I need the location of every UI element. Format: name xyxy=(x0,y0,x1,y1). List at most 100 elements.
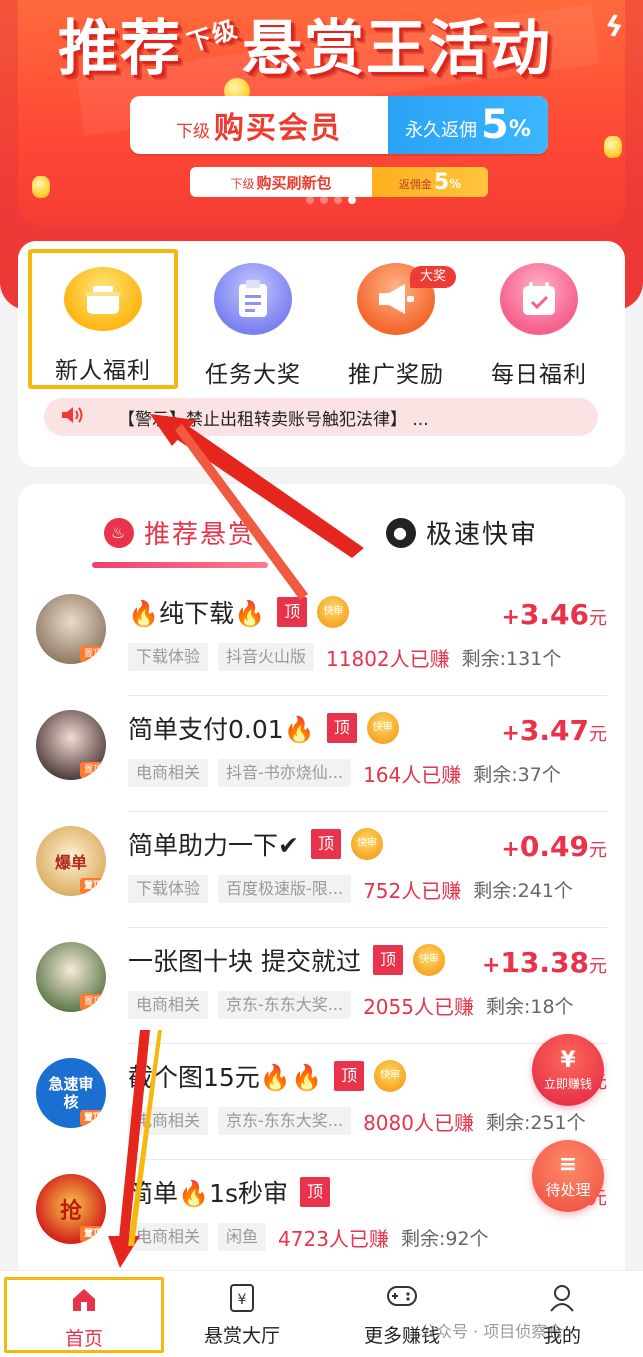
quick-entry-label: 新人福利 xyxy=(55,358,151,384)
task-row[interactable]: 置顶 🔥纯下载🔥 顶 快审 +3.46元 下载体验 抖音火山版 11802人已赚… xyxy=(18,580,625,696)
task-title: 简单助力一下✔ 顶 快审 xyxy=(128,826,383,862)
banner-title-sub: 下级 xyxy=(183,14,242,58)
task-row[interactable]: 置顶 简单支付0.01🔥 顶 快审 +3.47元 电商相关 抖音-书亦烧仙...… xyxy=(18,696,625,812)
platform-chip: 抖音火山版 xyxy=(218,643,315,671)
earn-now-button[interactable]: ¥ 立即赚钱 xyxy=(532,1034,604,1106)
platform-chip: 京东-东东大奖... xyxy=(218,991,352,1019)
nav-home[interactable]: 首页 xyxy=(4,1277,164,1353)
avatar-text: 爆单 xyxy=(54,853,87,872)
pill1-rebate-percent: % xyxy=(508,116,531,142)
avatar-badge: 置顶 xyxy=(80,1226,106,1242)
tab-recommended[interactable]: ♨ 推荐悬赏 xyxy=(104,514,256,551)
prize-badge: 大奖 xyxy=(410,266,456,288)
fast-review-tag: 快审 xyxy=(317,596,350,628)
platform-chip: 抖音-书亦烧仙... xyxy=(218,759,352,787)
remaining-count: 剩余:251个 xyxy=(485,1111,586,1134)
task-list-card: ♨ 推荐悬赏 ● 极速快审 置顶 🔥纯下载🔥 顶 快审 +3.46元 下载体验 … xyxy=(18,484,625,1274)
task-title: 简单🔥1s秒审 顶 xyxy=(128,1174,331,1210)
fast-review-tag: 快审 xyxy=(412,944,445,976)
task-title-text: 简单🔥1s秒审 xyxy=(128,1179,289,1208)
avatar-text: 抢 xyxy=(59,1199,82,1224)
fast-review-tag: 快审 xyxy=(350,828,383,860)
pill1-rebate-value: 5 xyxy=(481,102,509,148)
reward-unit: 元 xyxy=(589,956,607,977)
pill2-rebate-label: 返佣金 xyxy=(398,177,432,191)
quick-entry-task-prize[interactable]: 任务大奖 xyxy=(178,249,328,389)
reward-value: 0.49 xyxy=(519,830,589,863)
avatar: 爆单 置顶 xyxy=(36,826,106,896)
yen-board-icon: ¥ xyxy=(228,1283,256,1315)
earned-count: 11802人已赚 xyxy=(326,646,450,671)
task-meta: 电商相关 京东-东东大奖... 8080人已赚 剩余:251个 xyxy=(128,1106,608,1136)
pill2-main-label: 购买刷新包 xyxy=(256,173,332,192)
coin-icon xyxy=(32,176,50,198)
profile-icon xyxy=(548,1283,576,1315)
task-reward: +3.47元 xyxy=(501,714,607,747)
reward-unit: 元 xyxy=(589,608,607,629)
promo-banner[interactable]: 推荐下级悬赏王活动 ϟ 下级 购买会员 永久返佣 5 % 下级 购买刷新包 返佣… xyxy=(18,0,625,226)
reward-plus: + xyxy=(481,953,501,978)
task-reward: +13.38元 xyxy=(482,946,607,979)
pending-button[interactable]: ≡ 待处理 xyxy=(532,1140,604,1212)
remaining-count: 剩余:92个 xyxy=(400,1227,489,1250)
earned-count: 752人已赚 xyxy=(363,878,462,903)
category-chip: 下载体验 xyxy=(128,643,209,671)
pinned-tag: 顶 xyxy=(334,1061,365,1091)
banner-title-right: 悬赏王活动 xyxy=(242,14,552,84)
avatar-badge: 置顶 xyxy=(80,878,106,894)
quick-entry-label: 每日福利 xyxy=(491,362,587,388)
quick-entry-newcomer[interactable]: 新人福利 xyxy=(28,249,178,389)
bottom-nav: 首页 ¥ 悬赏大厅 更多赚钱 我的 xyxy=(0,1270,643,1357)
pill2-rebate-value: 5 xyxy=(433,169,450,195)
pot-icon xyxy=(64,267,142,331)
pill1-small-label: 下级 xyxy=(176,121,210,142)
quick-entry-label: 推广奖励 xyxy=(348,362,444,388)
tab-label: 推荐悬赏 xyxy=(144,520,257,550)
gamepad-icon xyxy=(386,1283,418,1315)
task-title: 一张图十块 提交就过 顶 快审 xyxy=(128,942,445,978)
task-tabs: ♨ 推荐悬赏 ● 极速快审 xyxy=(18,484,625,574)
task-row[interactable]: 置顶 一张图十块 提交就过 顶 快审 +13.38元 电商相关 京东-东东大奖.… xyxy=(18,928,625,1044)
notice-bar[interactable]: 【警示】禁止出租转卖账号触犯法律】 ... xyxy=(44,398,598,436)
avatar-badge: 置顶 xyxy=(80,646,106,662)
reward-plus: + xyxy=(501,721,520,746)
task-title-text: 简单支付0.01🔥 xyxy=(128,715,315,744)
reward-unit: 元 xyxy=(589,840,607,861)
task-row[interactable]: 爆单 置顶 简单助力一下✔ 顶 快审 +0.49元 下载体验 百度极速版-限..… xyxy=(18,812,625,928)
nav-bounty-hall[interactable]: ¥ 悬赏大厅 xyxy=(162,1277,322,1353)
remaining-count: 剩余:241个 xyxy=(473,879,573,902)
task-title: 截个图15元🔥🔥 顶 快审 xyxy=(128,1058,407,1094)
task-title-text: 一张图十块 提交就过 xyxy=(128,947,361,976)
buy-refresh-rebate-pill: 下级 购买刷新包 返佣金 5 % xyxy=(190,167,488,197)
task-meta: 电商相关 京东-东东大奖... 2055人已赚 剩余:18个 xyxy=(128,990,608,1020)
home-icon xyxy=(70,1286,98,1318)
carousel-dot xyxy=(320,196,328,204)
carousel-dot xyxy=(306,196,314,204)
earned-count: 4723人已赚 xyxy=(278,1226,389,1251)
avatar-text: 急速审核 xyxy=(48,1075,94,1111)
pill1-main-label: 购买会员 xyxy=(214,111,342,146)
task-title-text: 简单助力一下✔ xyxy=(128,831,299,860)
avatar: 急速审核 置顶 xyxy=(36,1058,106,1128)
user-icon: ● xyxy=(386,517,416,548)
pill2-rebate-percent: % xyxy=(449,177,462,191)
nav-label: 悬赏大厅 xyxy=(203,1325,280,1347)
reward-plus: + xyxy=(501,605,520,630)
reward-unit: 元 xyxy=(589,724,607,745)
tab-fast-review[interactable]: ● 极速快审 xyxy=(386,514,538,551)
avatar: 置顶 xyxy=(36,942,106,1012)
avatar-badge: 置顶 xyxy=(80,762,106,778)
platform-chip: 闲鱼 xyxy=(218,1223,267,1251)
earned-count: 2055人已赚 xyxy=(363,994,474,1019)
reward-value: 3.47 xyxy=(519,714,589,747)
speaker-icon xyxy=(60,405,94,430)
tab-label: 极速快审 xyxy=(426,520,539,550)
reward-plus: + xyxy=(501,837,520,862)
carousel-dot xyxy=(334,196,342,204)
buy-member-rebate-pill: 下级 购买会员 永久返佣 5 % xyxy=(130,96,548,154)
pinned-tag: 顶 xyxy=(310,829,341,859)
list-icon: ≡ xyxy=(558,1151,578,1177)
platform-chip: 京东-东东大奖... xyxy=(218,1107,352,1135)
quick-entry-daily[interactable]: 每日福利 xyxy=(464,249,614,389)
category-chip: 电商相关 xyxy=(128,1223,209,1251)
